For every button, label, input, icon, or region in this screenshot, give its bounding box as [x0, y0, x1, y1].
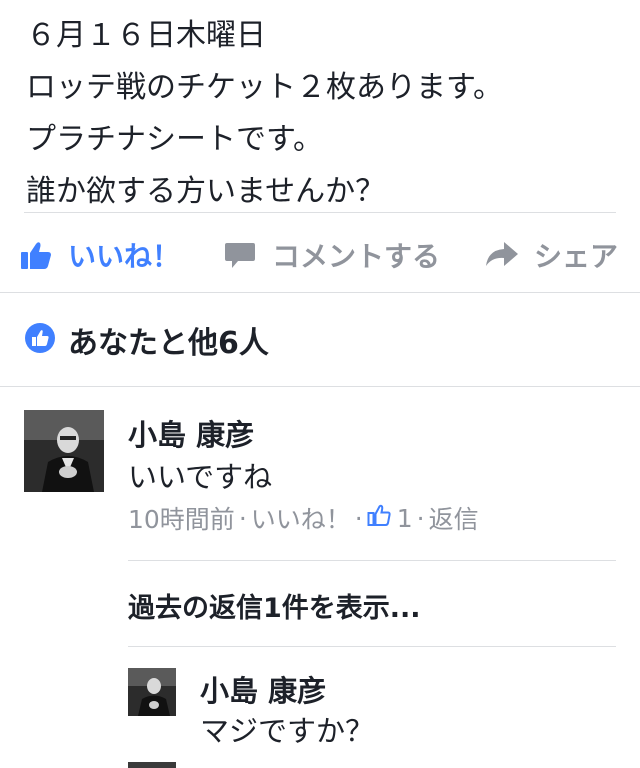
comment-time: 10時間前 [128, 505, 235, 534]
divider [128, 646, 616, 647]
divider [128, 560, 616, 561]
meta-separator: · [354, 503, 363, 533]
divider [0, 292, 640, 293]
comment-icon [224, 240, 256, 270]
post-line: ６月１６日木曜日 [26, 18, 266, 53]
share-arrow-icon [484, 240, 520, 270]
post-text: ６月１６日木曜日 ロッテ戦のチケット２枚あります。 プラチナシートです。 誰か欲… [26, 10, 626, 218]
share-label: シェア [534, 240, 619, 273]
divider [24, 212, 616, 213]
comment-reply-link[interactable]: 返信 [429, 500, 479, 536]
post-line: ロッテ戦のチケット２枚あります。 [26, 70, 503, 105]
show-previous-replies-link[interactable]: 過去の返信1件を表示... [128, 586, 421, 625]
comment-like-count: 1 [396, 503, 413, 533]
post-line: 誰か欲する方いませんか？ [26, 174, 386, 209]
reactions-count: あなたと他6人 [68, 326, 269, 361]
like-badge-icon [24, 322, 56, 358]
avatar[interactable] [128, 668, 176, 716]
reply-text: マジですか？ [200, 714, 375, 748]
comment-text: いいですね [128, 460, 273, 494]
like-button[interactable]: いいね！ [20, 228, 180, 282]
divider [0, 386, 640, 387]
comment-author[interactable]: 小島 康彦 [128, 412, 254, 454]
comment-like-link[interactable]: いいね！ [251, 500, 351, 536]
meta-separator: · [238, 503, 247, 533]
comment-button[interactable]: コメントする [224, 228, 440, 282]
meta-separator: · [416, 503, 425, 533]
comment-label: コメントする [272, 240, 441, 273]
reactions-summary[interactable]: あなたと他6人 [24, 318, 269, 362]
share-button[interactable]: シェア [484, 228, 618, 282]
comment-meta: 10時間前 · いいね！ · 1 · 返信 [128, 500, 479, 536]
reply-author[interactable]: 小島 康彦 [200, 668, 326, 710]
action-bar: いいね！ コメントする シェア [0, 228, 640, 282]
avatar[interactable] [24, 410, 104, 492]
avatar[interactable] [128, 762, 176, 768]
thumbs-up-outline-icon [367, 503, 391, 533]
thumbs-up-icon [20, 240, 52, 270]
post-line: プラチナシートです。 [26, 122, 323, 157]
like-label: いいね！ [68, 240, 181, 273]
